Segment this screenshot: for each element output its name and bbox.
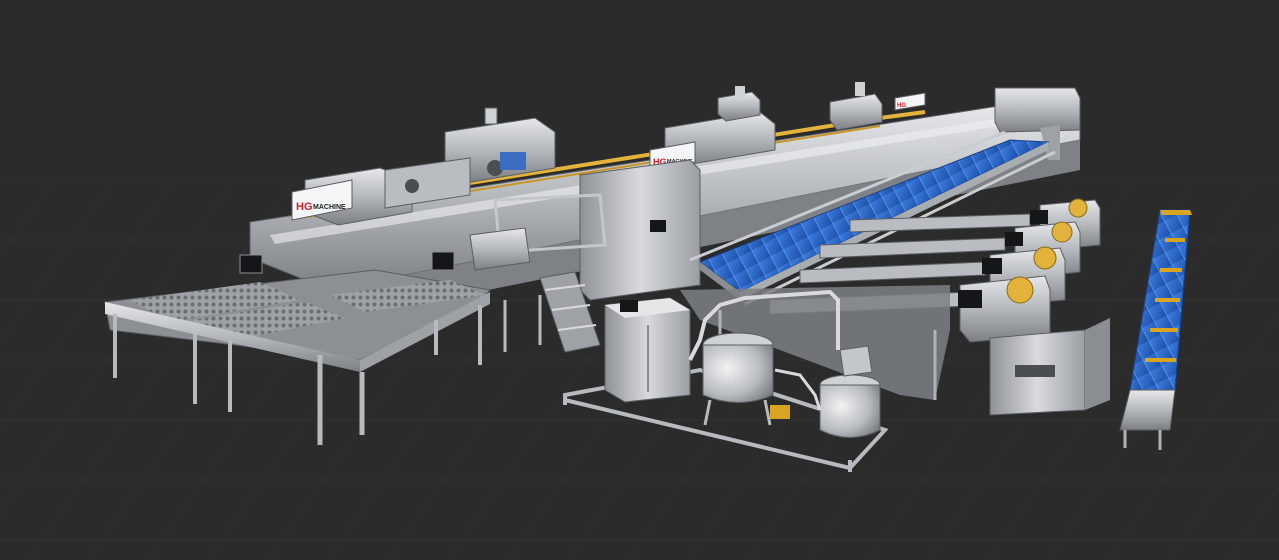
- flow-wrapper-4: [958, 275, 1051, 343]
- production-line-render: HG MACHINE HG MACHINE HG: [0, 0, 1279, 560]
- control-cabinet: [604, 297, 691, 403]
- oven-cabinet: [579, 159, 701, 301]
- logo-mark: HG: [897, 103, 906, 109]
- logo-name: MACHINE: [313, 204, 346, 211]
- logo-mark: HG: [296, 201, 313, 213]
